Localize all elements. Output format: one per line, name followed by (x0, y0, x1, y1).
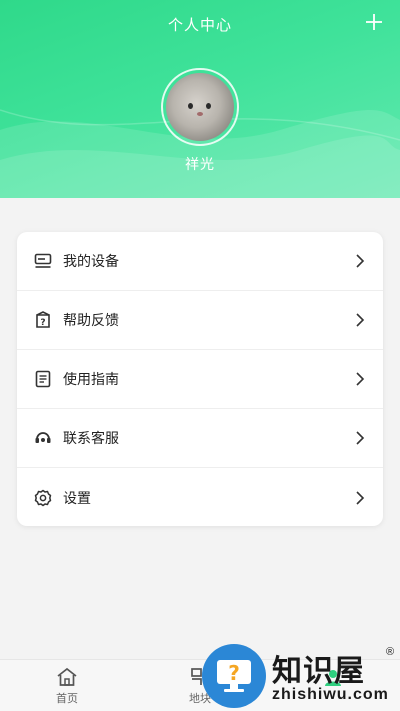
chevron-right-icon (353, 372, 367, 386)
menu-item-label: 使用指南 (63, 371, 119, 387)
watermark: ? 知识屋 ® zhishiwu.com (200, 640, 400, 711)
guide-icon (33, 369, 53, 389)
menu-item-label: 联系客服 (63, 430, 119, 446)
menu-item-contact-support[interactable]: 联系客服 (17, 409, 383, 468)
avatar-image (166, 73, 234, 141)
menu-item-help-feedback[interactable]: ? 帮助反馈 (17, 291, 383, 350)
menu-card: 我的设备 ? 帮助反馈 使用指南 联系客服 设置 (17, 232, 383, 526)
chevron-right-icon (353, 313, 367, 327)
menu-item-settings[interactable]: 设置 (17, 468, 383, 526)
profile-header: 个人中心 祥光 (0, 0, 400, 198)
add-button[interactable] (362, 10, 386, 34)
watermark-name: 知识屋 (272, 654, 365, 689)
menu-item-label: 我的设备 (63, 253, 119, 269)
chevron-right-icon (353, 254, 367, 268)
support-icon (33, 428, 53, 448)
home-icon (37, 666, 97, 688)
watermark-logo-icon: ? (202, 644, 266, 708)
avatar[interactable] (161, 68, 239, 146)
svg-text:?: ? (40, 318, 45, 328)
chevron-right-icon (353, 490, 367, 505)
username: 祥光 (185, 156, 215, 172)
svg-text:?: ? (228, 661, 240, 685)
help-icon: ? (33, 310, 53, 330)
menu-item-user-guide[interactable]: 使用指南 (17, 350, 383, 409)
menu-item-my-devices[interactable]: 我的设备 (17, 232, 383, 291)
watermark-domain: zhishiwu.com (272, 686, 389, 703)
plus-icon (366, 14, 382, 30)
watermark-registered: ® (386, 646, 395, 658)
chevron-right-icon (353, 431, 367, 445)
nav-label: 首页 (56, 693, 78, 705)
nav-item-home[interactable]: 首页 (37, 666, 97, 706)
device-icon (33, 251, 53, 271)
gear-icon (33, 488, 53, 508)
menu-item-label: 设置 (63, 489, 91, 506)
menu-item-label: 帮助反馈 (63, 312, 119, 328)
page-title: 个人中心 (167, 17, 232, 34)
